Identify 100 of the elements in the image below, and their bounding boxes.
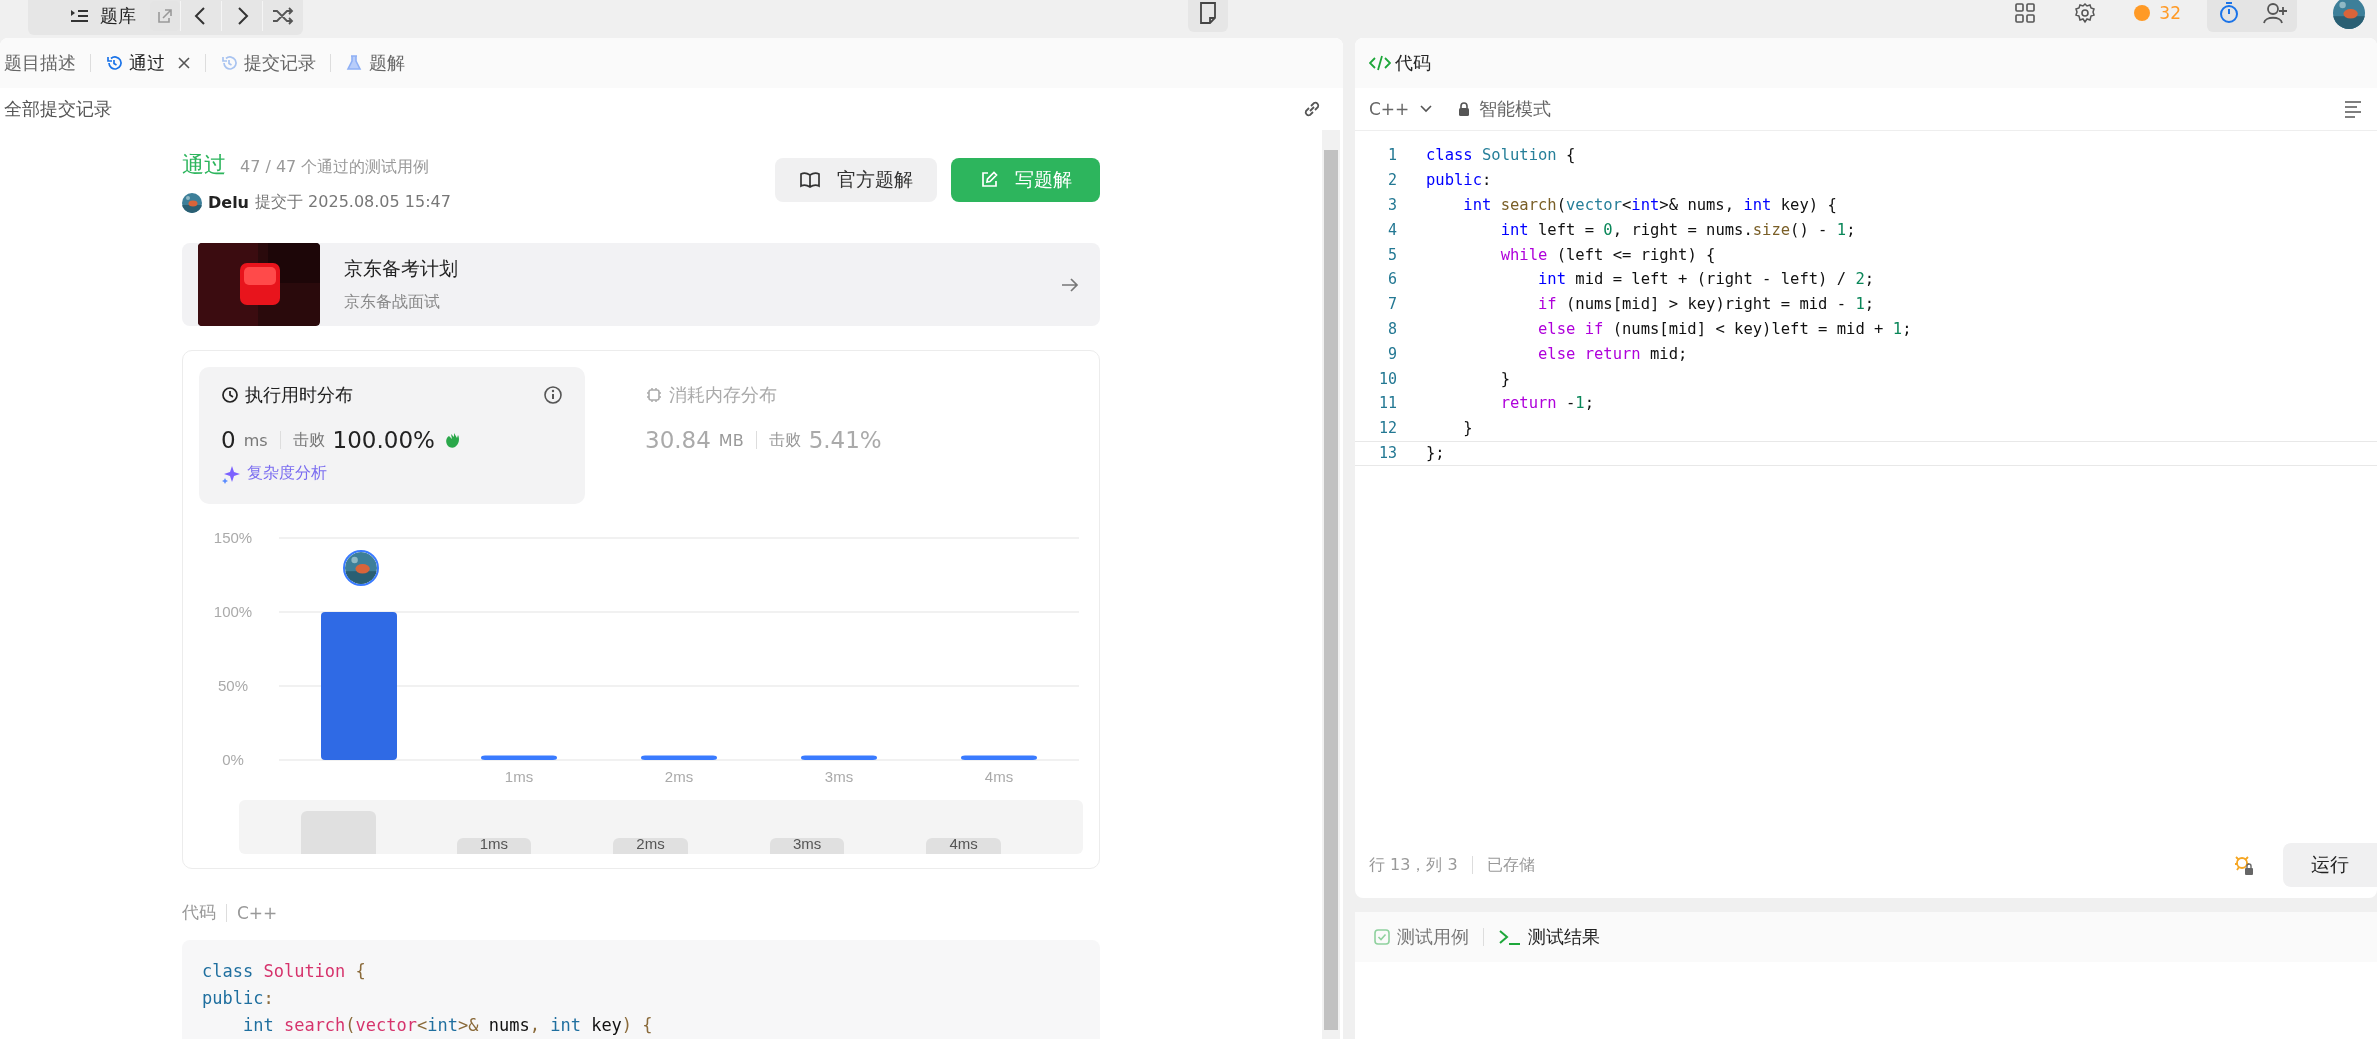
promo-title: 京东备考计划 — [344, 256, 459, 281]
beat-percent: 5.41% — [808, 427, 882, 453]
code-line: return -1; — [1499, 394, 1595, 413]
chip-icon — [645, 386, 663, 404]
line-number: 9 — [1386, 344, 1397, 363]
tab[interactable]: 题解 — [345, 51, 405, 75]
code-line: public: — [202, 987, 275, 1010]
stat-unit: ms — [243, 430, 268, 450]
tab[interactable]: 测试结果 — [1498, 925, 1600, 949]
code-line: if (nums[mid] > key)right = mid - 1; — [1537, 295, 1875, 314]
stat-unit: MB — [718, 430, 744, 450]
code-line: else return mid; — [1537, 344, 1688, 363]
line-number: 5 — [1386, 245, 1397, 264]
axis-label: 50% — [218, 677, 248, 694]
axis-label: 3ms — [824, 768, 854, 785]
axis-label: 4ms — [984, 768, 1014, 785]
line-number: 7 — [1386, 295, 1397, 314]
code-line: while (left <= right) { — [1499, 245, 1716, 264]
section-title: 全部提交记录 — [4, 97, 112, 121]
scrollbar[interactable] — [1322, 130, 1340, 1039]
checkbox-icon — [1373, 928, 1391, 946]
edit-icon — [979, 170, 999, 190]
debug-lock-icon[interactable] — [2233, 854, 2255, 876]
navigator-label: 4ms — [926, 838, 1001, 854]
section-label: 代码 — [182, 901, 216, 924]
align-icon[interactable] — [2343, 100, 2363, 118]
code-line: int mid = left + (right - left) / 2; — [1537, 270, 1875, 289]
grid-icon[interactable] — [2013, 1, 2038, 25]
code-line: int search(vector<int>& nums, int key) { — [1462, 196, 1837, 214]
navigator-label: 3ms — [769, 838, 845, 854]
code-line: } — [1462, 419, 1473, 438]
stat-title: 消耗内存分布 — [669, 383, 777, 407]
run-button[interactable]: 运行 — [2283, 843, 2377, 887]
coin-icon — [2133, 4, 2152, 22]
line-number: 1 — [1386, 146, 1397, 165]
submit-time: 提交于 2025.08.05 15:47 — [255, 192, 451, 213]
navigator-label: 2ms — [613, 838, 688, 854]
stat-value: 30.84 — [645, 427, 711, 453]
code-line: } — [1499, 369, 1510, 388]
stat-panel[interactable]: 执行用时分布 0 ms 击败 100.00% 复杂度分析 — [199, 367, 585, 504]
status-text: 通过 — [182, 151, 226, 179]
tab[interactable]: 提交记录 — [220, 51, 316, 75]
flask-icon — [345, 54, 363, 72]
scrollbar-thumb[interactable] — [1324, 150, 1338, 1030]
line-number: 8 — [1386, 319, 1397, 338]
chart-navigator[interactable]: 1ms 2ms 3ms 4ms — [239, 800, 1083, 854]
username[interactable]: Delu — [208, 193, 249, 212]
promo-card[interactable]: 京东备考计划 京东备战面试 — [182, 243, 1100, 326]
line-number: 6 — [1386, 270, 1397, 289]
close-icon[interactable] — [177, 56, 191, 70]
line-number: 12 — [1377, 419, 1397, 438]
beat-percent: 100.00% — [332, 427, 435, 453]
tab[interactable]: 题目描述 — [4, 51, 76, 75]
history-icon — [220, 54, 238, 72]
axis-label: 150% — [213, 529, 253, 546]
solution-button[interactable]: 官方题解 — [775, 158, 937, 202]
panel-title: 代码 — [1395, 51, 1431, 75]
clock-icon — [221, 386, 239, 404]
axis-label: 1ms — [504, 768, 534, 785]
cursor-position: 行 13，列 3 — [1369, 854, 1458, 876]
stat-title: 执行用时分布 — [245, 383, 353, 407]
code-line: int search(vector<int>& nums, int key) { — [241, 1014, 654, 1037]
code-line: class Solution { — [202, 960, 367, 983]
note-icon[interactable] — [1188, 0, 1228, 32]
axis-label: 0% — [222, 751, 244, 768]
language-label: C++ — [237, 902, 278, 923]
mode-label[interactable]: 智能模式 — [1479, 97, 1552, 121]
language-dropdown[interactable]: C++ — [1369, 99, 1434, 119]
line-number: 3 — [1386, 196, 1397, 214]
code-line: else if (nums[mid] < key)left = mid + 1; — [1537, 319, 1912, 338]
line-number: 13 — [1377, 444, 1397, 463]
line-number: 10 — [1377, 369, 1397, 388]
test-case-count: 47 / 47 个通过的测试用例 — [240, 157, 430, 178]
tab[interactable]: 通过 — [105, 51, 165, 75]
beat-label: 击败 — [768, 429, 801, 451]
promo-subtitle: 京东备战面试 — [344, 292, 441, 313]
history-icon — [105, 54, 123, 72]
code-line: int left = 0, right = nums.size() - 1; — [1499, 220, 1856, 239]
settings-icon[interactable] — [2073, 1, 2098, 25]
code-icon — [1369, 53, 1391, 73]
axis-label: 100% — [213, 603, 253, 620]
line-number: 4 — [1386, 220, 1397, 239]
axis-label: 2ms — [664, 768, 694, 785]
line-number: 11 — [1377, 394, 1397, 413]
coin-count: 32 — [2159, 3, 2181, 23]
lock-icon — [1457, 101, 1472, 117]
code-line: public: — [1426, 171, 1492, 190]
navigator-label: 1ms — [456, 838, 532, 854]
line-number: 2 — [1386, 171, 1397, 190]
info-icon[interactable] — [543, 385, 563, 405]
terminal-icon — [1498, 928, 1522, 946]
stat-value: 0 — [221, 427, 236, 453]
complexity-link[interactable]: 复杂度分析 — [247, 463, 327, 484]
beat-label: 击败 — [292, 429, 325, 451]
save-status: 已存储 — [1486, 854, 1535, 876]
code-line: }; — [1426, 444, 1445, 463]
list-icon — [70, 8, 88, 24]
code-line: class Solution { — [1426, 146, 1576, 165]
tab[interactable]: 测试用例 — [1373, 925, 1469, 949]
book-icon — [799, 170, 821, 190]
